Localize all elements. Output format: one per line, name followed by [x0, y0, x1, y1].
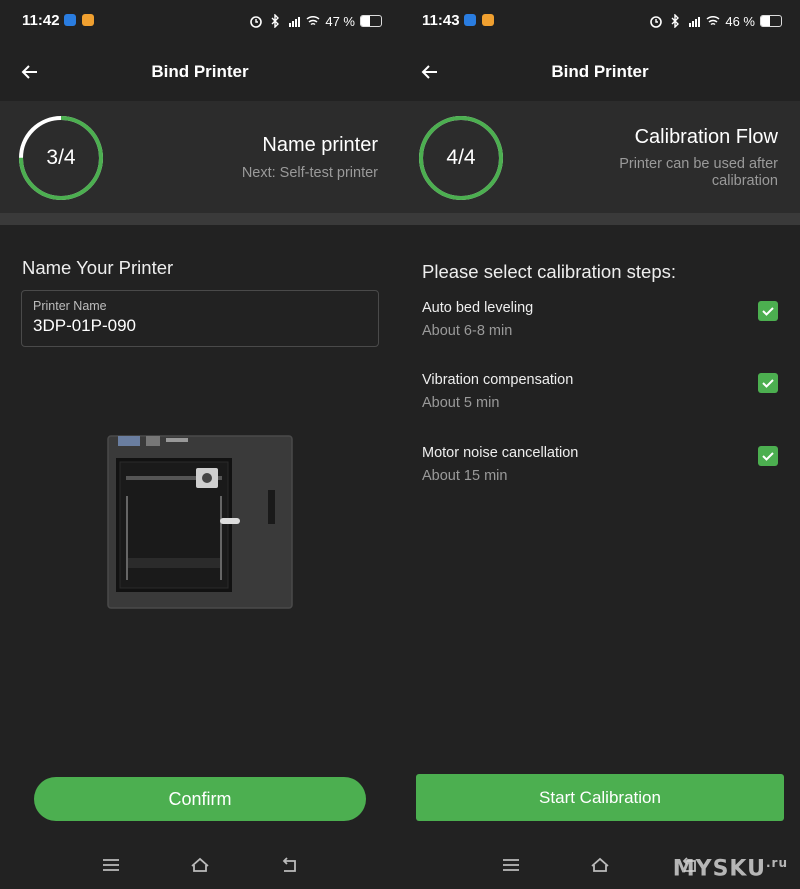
right-screen: 11:43 46 % Bind Printer 4/4 Calibration … — [400, 0, 800, 889]
step-title: Name printer — [262, 134, 378, 156]
app-header: Bind Printer — [0, 44, 400, 100]
divider — [0, 213, 400, 225]
battery-icon — [360, 15, 382, 27]
step-subtitle: Next: Self-test printer — [241, 165, 378, 181]
wifi-icon — [306, 15, 320, 26]
bluetooth-icon — [671, 14, 680, 28]
battery-percent: 46 % — [725, 13, 755, 29]
home-icon[interactable] — [189, 854, 211, 876]
confirm-button[interactable]: Confirm — [34, 777, 366, 821]
checkbox-checked-icon[interactable] — [758, 373, 778, 393]
alarm-icon — [650, 16, 663, 28]
page-title: Bind Printer — [551, 62, 649, 81]
status-bar: 11:42 47 % — [0, 0, 400, 44]
start-calibration-button[interactable]: Start Calibration — [416, 774, 784, 821]
bluetooth-icon — [271, 14, 280, 28]
step-name: Motor noise cancellation — [422, 445, 579, 461]
menu-icon[interactable] — [100, 854, 122, 876]
step-duration: About 15 min — [422, 468, 508, 484]
progress-panel: 3/4 Name printer Next: Self-test printer — [0, 101, 400, 213]
app-notification-icon — [64, 14, 76, 26]
printer-image — [107, 435, 293, 609]
watermark-text: MYSKU — [672, 856, 766, 881]
battery-percent: 47 % — [325, 13, 355, 29]
battery-icon — [760, 15, 782, 27]
printer-name-input[interactable] — [33, 316, 363, 336]
calibration-step[interactable]: Auto bed leveling About 6-8 min — [422, 300, 782, 356]
progress-panel: 4/4 Calibration Flow Printer can be used… — [400, 101, 800, 213]
step-name: Vibration compensation — [422, 372, 574, 388]
page-title: Bind Printer — [151, 62, 249, 81]
status-time: 11:42 — [22, 12, 60, 29]
watermark-suffix: .ru — [765, 855, 788, 870]
section-heading: Please select calibration steps: — [422, 261, 676, 282]
calibration-step[interactable]: Vibration compensation About 5 min — [422, 372, 782, 428]
app-notification-icon — [464, 14, 476, 26]
app-header: Bind Printer — [400, 44, 800, 100]
section-heading: Name Your Printer — [22, 257, 174, 278]
field-label: Printer Name — [33, 299, 107, 313]
checkbox-checked-icon[interactable] — [758, 446, 778, 466]
status-bar: 11:43 46 % — [400, 0, 800, 44]
alarm-icon — [250, 16, 263, 28]
printer-name-field[interactable]: Printer Name — [21, 290, 379, 347]
signal-4g-icon — [689, 17, 701, 27]
back-nav-icon[interactable] — [278, 854, 300, 876]
system-nav-bar — [0, 840, 400, 889]
step-duration: About 6-8 min — [422, 323, 513, 339]
menu-icon[interactable] — [500, 854, 522, 876]
step-duration: About 5 min — [422, 395, 500, 411]
step-name: Auto bed leveling — [422, 300, 534, 316]
left-screen: 11:42 47 % Bind Printer 3/4 Name printer… — [0, 0, 400, 889]
step-title: Calibration Flow — [634, 126, 778, 148]
app-notification-icon — [82, 14, 94, 26]
wifi-icon — [706, 15, 720, 26]
progress-label: 4/4 — [446, 146, 476, 169]
app-notification-icon — [482, 14, 494, 26]
signal-4g-icon — [289, 17, 301, 27]
status-time: 11:43 — [422, 12, 460, 29]
calibration-step[interactable]: Motor noise cancellation About 15 min — [422, 445, 782, 501]
home-icon[interactable] — [589, 854, 611, 876]
step-subtitle: Printer can be used after calibration — [619, 156, 778, 189]
watermark: MYSKU.ru — [673, 856, 788, 881]
checkbox-checked-icon[interactable] — [758, 301, 778, 321]
progress-label: 3/4 — [46, 146, 76, 169]
divider — [400, 213, 800, 225]
